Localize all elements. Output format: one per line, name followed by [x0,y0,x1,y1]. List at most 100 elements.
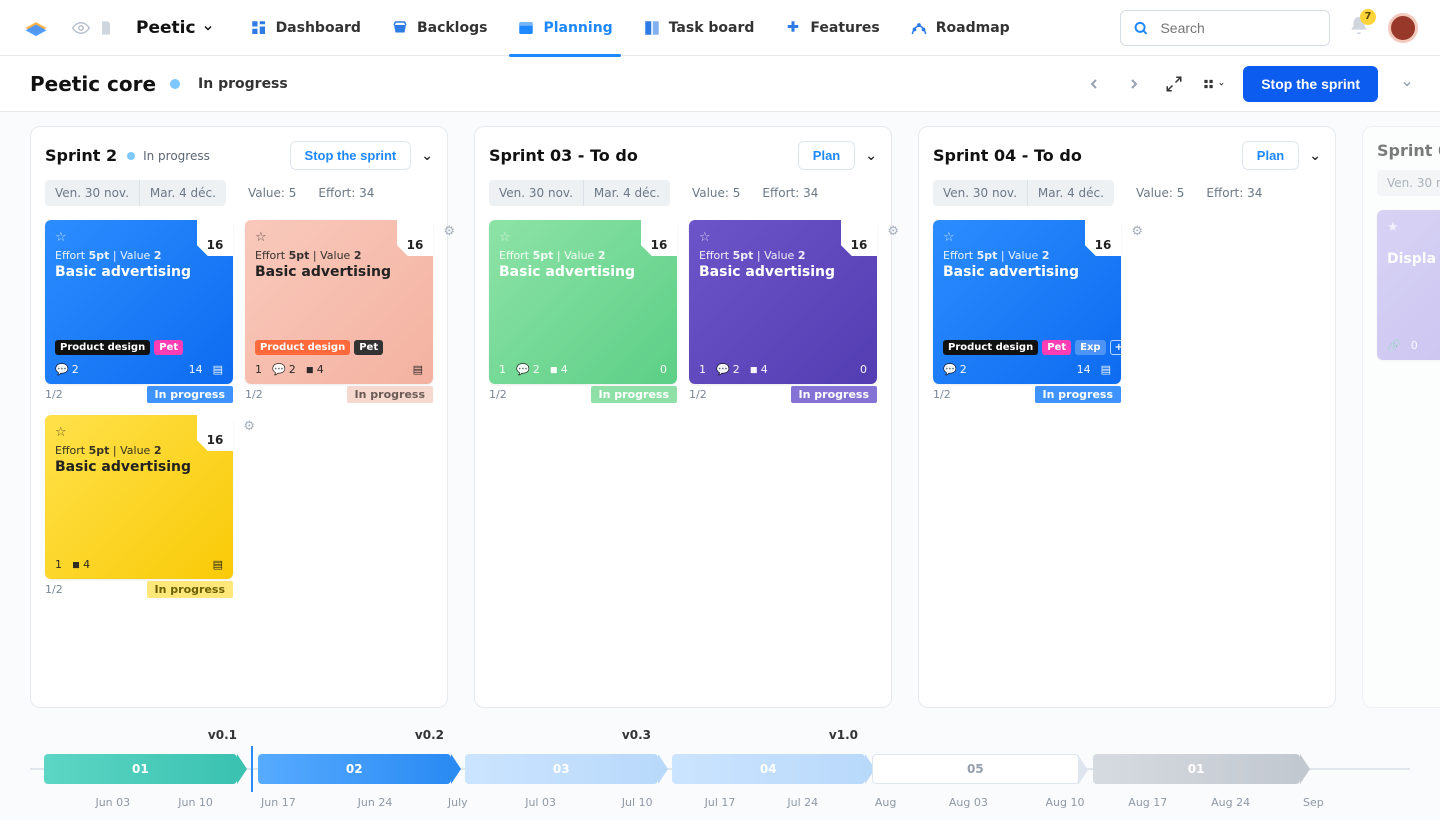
card-below: 1/2In progress [45,581,233,598]
effort-label: Effort: 34 [762,186,818,200]
gear-icon[interactable]: ⚙ [887,224,899,239]
star-icon[interactable]: ★ [1387,220,1440,235]
card-slot: ⚙ 16 ☆ Effort 5pt | Value 2 Basic advert… [45,220,233,403]
story-card[interactable]: ★ Displa 🔗0 [1377,210,1440,360]
sub-header: Peetic core In progress Stop the sprint [0,56,1440,112]
card-title: Basic advertising [699,264,867,280]
nav-features[interactable]: Features [784,0,879,56]
count: 1 [55,558,62,571]
card-below: 1/2In progress [245,386,433,403]
value-label: Value: 5 [692,186,740,200]
card-below: 1/2In progress [45,386,233,403]
count: 1 [255,363,262,376]
eye-icon[interactable] [72,19,90,37]
card-title: Displa [1387,251,1440,267]
column-meta: Ven. 30 nov.Mar. 4 déc. Value: 5 Effort:… [45,180,433,206]
effort-label: Effort: 34 [318,186,374,200]
backlogs-icon [391,19,409,37]
count: 14 [1077,363,1091,376]
date-range: Ven. 30 nov.Mar. 4 déc. [489,180,670,206]
next-button[interactable] [1123,73,1145,95]
tag: Product design [255,340,350,355]
count: 14 [189,363,203,376]
timeline-sprint[interactable]: 04 [672,754,865,784]
card-footer: 1 💬 2 ◾ 4 0 [699,363,867,376]
star-icon[interactable]: ☆ [943,230,1111,245]
story-card[interactable]: ⚙ 16 ☆ Effort 5pt | Value 2 Basic advert… [45,415,233,579]
more-button[interactable] [1396,73,1418,95]
story-card[interactable]: ⚙ 16 ☆ Effort 5pt | Value 2 Basic advert… [245,220,433,384]
timeline-sprint[interactable]: 05 [872,754,1079,784]
gear-icon[interactable]: ⚙ [243,419,255,434]
tag: Pet [1042,340,1071,355]
sprint-bar[interactable]: 01 02 03 04 05 01 [30,746,1410,792]
card-effort-value: Effort 5pt | Value 2 [255,249,423,262]
stop-sprint-mini-button[interactable]: Stop the sprint [290,141,412,170]
column-menu-button[interactable]: ⌄ [1309,148,1321,164]
card-slot: ⚙ 16 ☆ Effort 5pt | Value 2 Basic advert… [933,220,1121,403]
search-icon [1133,19,1148,37]
document-icon[interactable] [98,20,114,36]
gear-icon[interactable]: ⚙ [443,224,455,239]
nav-dashboard[interactable]: Dashboard [250,0,361,56]
column-meta: Ven. 30 nov.Mar. 4 déc. Value: 5 Effort:… [489,180,877,206]
status-dot-icon [127,152,135,160]
tag: Product design [943,340,1038,355]
project-name: Peetic [136,18,196,38]
project-switcher[interactable]: Peetic [136,18,214,38]
search-box[interactable] [1120,10,1330,46]
nav-taskboard[interactable]: Task board [643,0,755,56]
prev-button[interactable] [1083,73,1105,95]
stop-sprint-button[interactable]: Stop the sprint [1243,66,1378,102]
story-card[interactable]: ⚙ 16 ☆ Effort 5pt | Value 2 Basic advert… [489,220,677,384]
comments-count: 💬 2 [272,363,296,376]
view-switch-button[interactable] [1203,73,1225,95]
star-icon[interactable]: ☆ [699,230,867,245]
card-title: Basic advertising [943,264,1111,280]
expand-button[interactable] [1163,73,1185,95]
nav-planning[interactable]: Planning [517,0,612,56]
column-menu-button[interactable]: ⌄ [421,148,433,164]
column-menu-button[interactable]: ⌄ [865,148,877,164]
star-icon[interactable]: ☆ [55,425,223,440]
star-icon[interactable]: ☆ [255,230,423,245]
plan-button[interactable]: Plan [1242,141,1299,170]
timeline-sprint[interactable]: 02 [258,754,451,784]
nav-label: Task board [669,20,755,36]
nav-roadmap[interactable]: Roadmap [910,0,1010,56]
story-card[interactable]: ⚙ 16 ☆ Effort 5pt | Value 2 Basic advert… [45,220,233,384]
card-footer: 1 💬 2 ◾ 4 ▤ [255,363,423,376]
card-menu-icon[interactable]: ▤ [213,363,223,376]
count: 1 [499,363,506,376]
timeline-ticks: Jun 03 Jun 10 Jun 17 Jun 24 July Jul 03 … [30,796,1410,812]
nav-backlogs[interactable]: Backlogs [391,0,488,56]
notifications-button[interactable]: 7 [1348,15,1370,41]
star-icon[interactable]: ☆ [499,230,667,245]
user-avatar[interactable] [1388,13,1418,43]
story-card[interactable]: ⚙ 16 ☆ Effort 5pt | Value 2 Basic advert… [689,220,877,384]
story-card[interactable]: ⚙ 16 ☆ Effort 5pt | Value 2 Basic advert… [933,220,1121,384]
column-title: Sprint 2 [45,146,117,165]
timeline-sprint[interactable]: 03 [465,754,658,784]
card-effort-value: Effort 5pt | Value 2 [55,249,223,262]
card-slot: ⚙ 16 ☆ Effort 5pt | Value 2 Basic advert… [245,220,433,403]
timeline-sprint[interactable]: 01 [1093,754,1300,784]
tag: Exp [1075,340,1105,355]
count: 0 [860,363,867,376]
star-icon[interactable]: ☆ [55,230,223,245]
column-meta: Ven. 30 nov.Mar. 4 déc. Value: 5 Effort:… [933,180,1321,206]
app-logo-icon [22,14,50,42]
plan-button[interactable]: Plan [798,141,855,170]
timeline-sprint[interactable]: 01 [44,754,237,784]
card-menu-icon[interactable]: ▤ [413,363,423,376]
tag-more[interactable]: +10 [1110,340,1142,355]
card-title: Basic advertising [255,264,423,280]
version-label: v0.3 [444,728,651,742]
card-menu-icon[interactable]: ▤ [1101,363,1111,376]
page-title: Peetic core [30,72,156,96]
card-footer: 💬 2 14 ▤ [943,363,1111,376]
card-menu-icon[interactable]: ▤ [213,558,223,571]
logo-area [22,14,50,42]
search-input[interactable] [1158,19,1317,37]
gear-icon[interactable]: ⚙ [1131,224,1143,239]
